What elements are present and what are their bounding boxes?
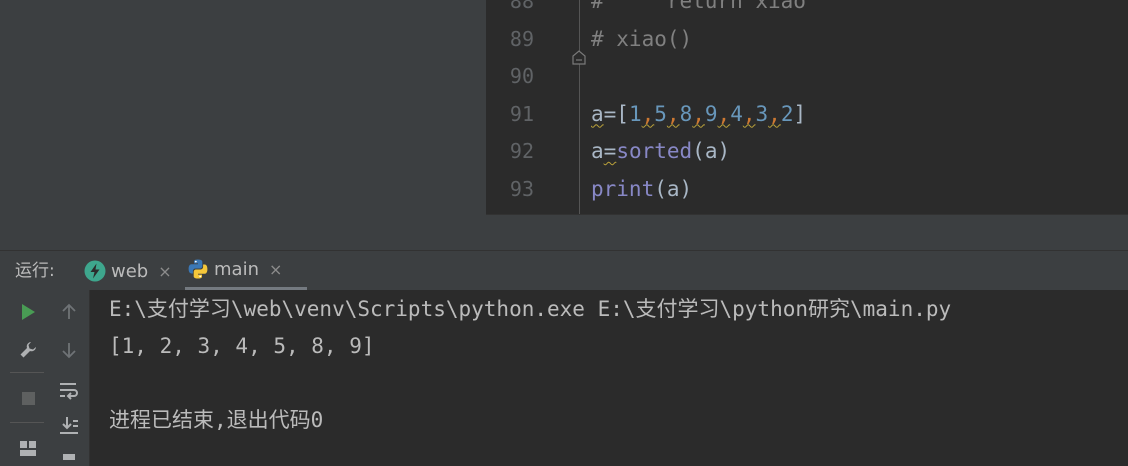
editor-line[interactable]: 88 # return xiao xyxy=(486,0,1128,20)
play-icon xyxy=(22,304,35,320)
line-number: 89 xyxy=(509,26,534,51)
code-token: (a) xyxy=(692,139,731,163)
code-text: a=sorted(a) xyxy=(591,132,730,170)
code-token: 4 xyxy=(730,101,743,126)
left-tool-strip xyxy=(0,0,8,250)
print-button[interactable] xyxy=(55,448,83,466)
editor-status-area xyxy=(486,214,1128,250)
code-text: # return xiao xyxy=(591,0,806,20)
editor-line[interactable]: 93 print(a) xyxy=(486,170,1128,208)
code-token: , xyxy=(641,101,655,126)
code-token: ] xyxy=(793,101,807,126)
code-token: , xyxy=(692,101,705,126)
line-number: 88 xyxy=(509,0,534,13)
arrow-up-icon xyxy=(62,303,76,319)
run-toolbar xyxy=(0,290,90,466)
code-token: , xyxy=(666,101,680,126)
soft-wrap-button[interactable] xyxy=(55,376,83,404)
code-token: sorted xyxy=(616,139,693,163)
code-token: 3 xyxy=(755,101,769,126)
layout-icon xyxy=(20,441,36,456)
console-exit-message: 进程已结束,退出代码0 xyxy=(109,408,324,432)
code-editor[interactable]: 88 # return xiao 89 # xiao() 90 91 a=[1,5,8,9,… xyxy=(486,0,1128,214)
tab-main-label: main xyxy=(214,258,259,280)
run-tool-header: 运行: web × main × xyxy=(0,250,1128,291)
line-number: 92 xyxy=(509,139,534,163)
line-number: 90 xyxy=(509,64,534,88)
stop-button[interactable] xyxy=(14,384,42,412)
line-number: 93 xyxy=(509,176,534,201)
code-token: , xyxy=(717,101,731,126)
modify-run-configuration-button[interactable] xyxy=(14,336,42,364)
code-token: =[ xyxy=(603,101,629,126)
console-output-line: [1, 2, 3, 4, 5, 8, 9] xyxy=(109,334,375,358)
editor-line[interactable]: 92 a=sorted(a) xyxy=(486,132,1128,170)
code-token: a xyxy=(591,139,604,163)
run-label: 运行: xyxy=(15,261,55,281)
tab-web[interactable]: web × xyxy=(82,251,178,291)
wrench-icon xyxy=(20,342,36,358)
code-token: 5 xyxy=(654,101,667,126)
line-number: 91 xyxy=(509,101,534,126)
code-token: = xyxy=(603,139,617,163)
code-token: (a) xyxy=(654,176,693,201)
rerun-button[interactable] xyxy=(14,298,42,326)
toolbar-separator xyxy=(10,372,44,373)
code-token: , xyxy=(768,101,781,126)
code-token: # xiao() xyxy=(591,26,693,51)
console-command-line: E:\支付学习\web\venv\Scripts\python.exe E:\支… xyxy=(109,297,952,321)
code-text: # xiao() xyxy=(591,20,692,58)
run-console[interactable]: E:\支付学习\web\venv\Scripts\python.exe E:\支… xyxy=(91,290,1128,466)
tab-main-close-icon[interactable]: × xyxy=(269,260,282,279)
next-occurrence-button[interactable] xyxy=(55,336,83,364)
layout-button[interactable] xyxy=(14,434,42,462)
code-text: print(a) xyxy=(591,170,692,208)
tab-main[interactable]: main × xyxy=(185,251,307,291)
previous-occurrence-button[interactable] xyxy=(55,298,83,326)
project-pane xyxy=(8,0,486,250)
stop-icon xyxy=(22,392,35,405)
code-token: 2 xyxy=(780,101,794,126)
tab-web-close-icon[interactable]: × xyxy=(158,262,171,281)
scroll-to-end-icon xyxy=(60,417,78,434)
code-token: , xyxy=(742,101,756,126)
arrow-down-icon xyxy=(62,343,76,359)
scroll-to-end-button[interactable] xyxy=(55,412,83,440)
toolbar-separator xyxy=(10,422,44,423)
code-token: print xyxy=(591,176,655,201)
tab-web-label: web xyxy=(111,260,149,282)
soft-wrap-icon xyxy=(60,383,78,400)
web-run-config-icon xyxy=(84,260,106,282)
code-text: a=[1,5,8,9,4,3,2] xyxy=(591,95,806,133)
code-token: # return xiao xyxy=(591,0,806,13)
code-token: 8 xyxy=(679,101,693,126)
python-icon xyxy=(188,259,208,279)
print-icon xyxy=(63,454,75,460)
code-token: 1 xyxy=(628,101,642,126)
editor-line[interactable]: 91 a=[1,5,8,9,4,3,2] xyxy=(486,95,1128,133)
fold-end-icon[interactable] xyxy=(571,50,587,66)
line-number: 94 xyxy=(486,207,534,214)
code-token: 9 xyxy=(704,101,718,126)
code-token: a xyxy=(591,101,604,126)
editor-line[interactable]: 94 xyxy=(486,207,1128,214)
